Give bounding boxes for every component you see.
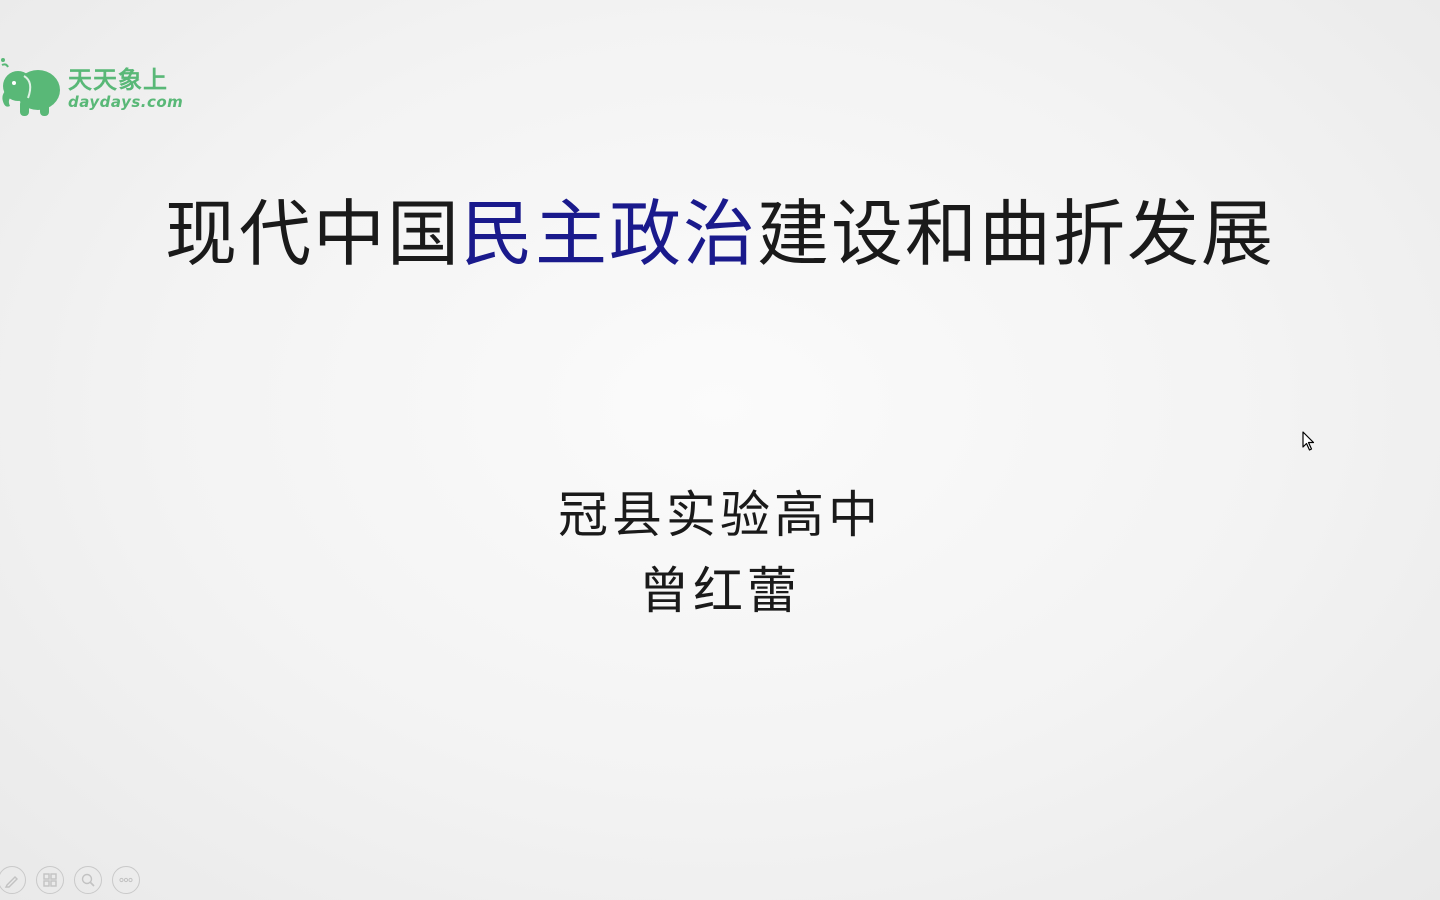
more-options-button[interactable] (112, 866, 140, 894)
zoom-icon (81, 873, 95, 887)
author-name: 曾红蕾 (639, 562, 801, 620)
slides-grid-icon (43, 873, 57, 887)
school-name: 冠县实验高中 (558, 486, 882, 544)
pen-icon (4, 876, 18, 888)
slide-title: 现代中国民主政治建设和曲折发展 (0, 198, 1440, 270)
title-part-2: 建设和曲折发展 (757, 192, 1276, 276)
mouse-pointer-icon (1302, 431, 1315, 451)
slides-grid-button[interactable] (36, 866, 64, 894)
presentation-toolbar (0, 864, 140, 896)
pen-button[interactable] (0, 866, 26, 894)
brand-name-cn: 天天象上 (68, 66, 168, 94)
title-highlight: 民主政治 (460, 192, 757, 276)
elephant-icon (1, 58, 60, 116)
title-part-1: 现代中国 (164, 192, 461, 276)
brand-logo: 天天象上 daydays.com (0, 56, 200, 126)
brand-name-en: daydays.com (68, 93, 184, 111)
more-options-icon (119, 877, 133, 883)
zoom-button[interactable] (74, 866, 102, 894)
